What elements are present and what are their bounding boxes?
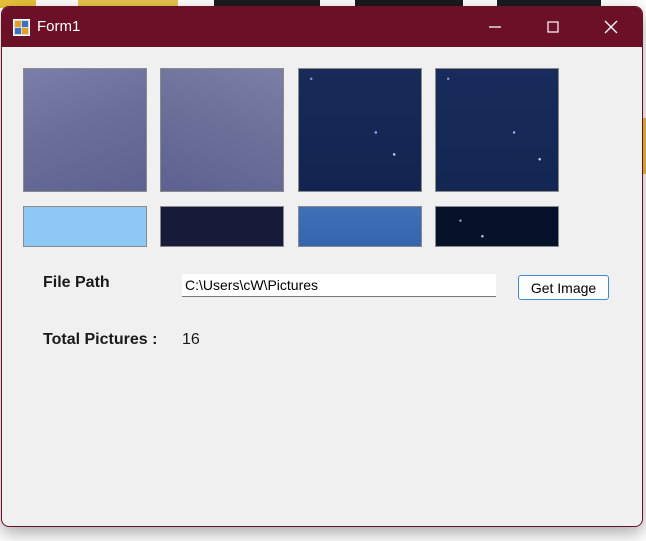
minimize-button[interactable] <box>466 7 524 47</box>
app-icon <box>13 19 30 36</box>
get-image-button[interactable]: Get Image <box>518 275 609 300</box>
title-bar[interactable]: Form1 <box>2 7 642 47</box>
thumbnail-image[interactable] <box>23 206 147 247</box>
window-title: Form1 <box>37 18 81 35</box>
thumbnail-image[interactable] <box>160 68 284 192</box>
thumbnail-image[interactable] <box>160 206 284 247</box>
maximize-button[interactable] <box>524 7 582 47</box>
file-path-label: File Path <box>43 274 110 291</box>
minimize-icon <box>489 26 501 28</box>
file-path-input[interactable] <box>182 274 496 297</box>
maximize-icon <box>547 21 559 33</box>
total-pictures-value: 16 <box>182 331 200 348</box>
thumbnail-image[interactable] <box>23 68 147 192</box>
close-button[interactable] <box>582 7 640 47</box>
thumbnail-image[interactable] <box>435 68 559 192</box>
thumbnail-image[interactable] <box>435 206 559 247</box>
total-pictures-label: Total Pictures : <box>43 331 158 348</box>
thumbnail-image[interactable] <box>298 206 422 247</box>
form-window: Form1 File Path Get Image Total Pictures… <box>1 6 643 527</box>
close-icon <box>604 20 618 34</box>
thumbnail-image[interactable] <box>298 68 422 192</box>
